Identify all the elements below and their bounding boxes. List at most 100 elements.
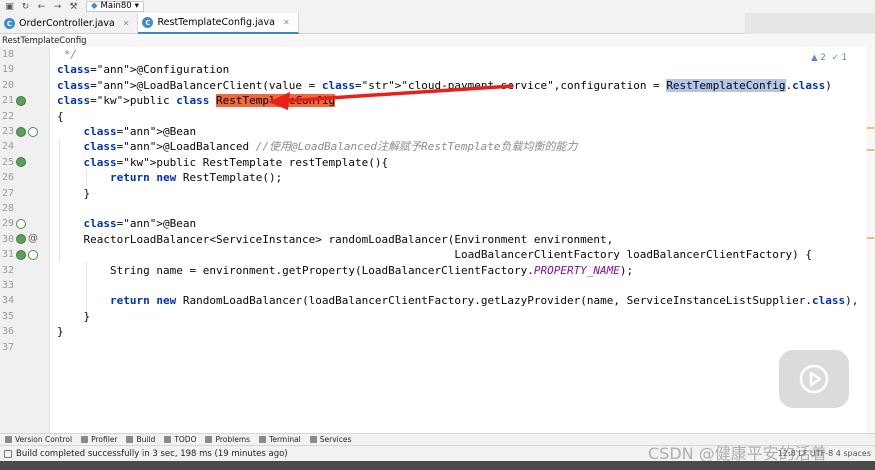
code-line[interactable]: } — [50, 324, 866, 339]
tab-rest-template-config[interactable]: C RestTemplateConfig.java ✕ — [138, 13, 299, 34]
build-icon[interactable]: ⚒ — [67, 1, 80, 12]
tool-tab-version-control[interactable]: Version Control — [5, 435, 72, 444]
save-icon[interactable]: ▣ — [3, 1, 16, 12]
gutter-row[interactable]: 20 — [0, 78, 49, 93]
code-line[interactable] — [50, 278, 866, 293]
gutter-row[interactable]: 33 — [0, 278, 49, 293]
code-line[interactable]: class="ann">@Bean — [50, 216, 866, 231]
gutter-row[interactable]: 27 — [0, 186, 49, 201]
play-icon — [799, 364, 829, 394]
line-number: 33 — [1, 280, 14, 291]
bean-icon[interactable] — [16, 157, 26, 168]
code-line[interactable]: class="kw">public class RestTemplateConf… — [50, 93, 866, 108]
bean-icon[interactable] — [16, 234, 26, 245]
status-icon[interactable] — [4, 449, 12, 458]
gutter-row[interactable]: 32 — [0, 263, 49, 278]
bean-icon[interactable] — [16, 95, 26, 106]
code-line[interactable]: } — [50, 309, 866, 324]
at-icon[interactable]: @ — [28, 234, 38, 244]
gutter-row[interactable]: 36 — [0, 324, 49, 339]
line-number: 19 — [1, 64, 14, 76]
tool-tab-build[interactable]: Build — [126, 435, 155, 444]
tab-order-controller[interactable]: C OrderController.java ✕ — [0, 13, 139, 34]
code-line[interactable]: { — [50, 109, 866, 124]
code-line[interactable]: } — [50, 186, 866, 201]
gutter-icons: @ — [16, 232, 38, 247]
scroll-marker — [867, 237, 874, 239]
sync-icon[interactable]: ↻ — [19, 1, 32, 12]
gutter-row[interactable]: 19 — [0, 62, 49, 77]
code-text: String name = environment.getProperty(Lo… — [57, 263, 634, 277]
tool-tab-problems[interactable]: Problems — [205, 435, 250, 444]
gutter-row[interactable]: 28 — [0, 201, 49, 216]
line-number: 37 — [1, 341, 14, 353]
gutter-row[interactable]: 26 — [0, 170, 49, 185]
code-text: LoadBalancerClientFactory loadBalancerCl… — [57, 248, 812, 262]
line-number: 27 — [1, 187, 14, 199]
tool-tab-todo[interactable]: TODO — [164, 435, 196, 444]
code-line[interactable]: return new RestTemplate(); — [50, 170, 866, 185]
back-icon[interactable]: ← — [35, 1, 48, 12]
gutter-row[interactable]: 34 — [0, 293, 49, 308]
gutter-row[interactable]: 29 — [0, 216, 49, 231]
code-line[interactable] — [50, 340, 866, 355]
code-line[interactable]: */ — [50, 47, 866, 62]
line-number: 32 — [1, 264, 14, 276]
inspection-widget[interactable]: ▲ 2 ✓ 1 — [811, 53, 847, 63]
code-area[interactable]: */class="ann">@Configuration class="ann">… — [50, 47, 866, 433]
line-number: 26 — [1, 172, 14, 184]
code-line[interactable]: class="kw">public RestTemplate restTempl… — [50, 155, 866, 170]
code-line[interactable]: String name = environment.getProperty(Lo… — [50, 263, 866, 278]
code-line[interactable]: class="ann">@Configuration — [50, 62, 866, 77]
gutter-row[interactable]: 37 — [0, 340, 49, 355]
code-editor[interactable]: 18 19 20 21 22 23 24 25 26 27 28 29 30 @31 32 33 34 35 36 3… — [0, 47, 875, 433]
class-icon: C — [4, 18, 15, 29]
close-icon[interactable]: ✕ — [123, 19, 130, 28]
code-line[interactable]: class="ann">@LoadBalanced //使用@LoadBalan… — [50, 139, 866, 154]
line-number: 30 — [1, 233, 14, 245]
bean-icon[interactable] — [16, 126, 26, 137]
tool-tab-profiler[interactable]: Profiler — [81, 435, 117, 444]
line-number: 34 — [1, 295, 14, 307]
code-line[interactable]: LoadBalancerClientFactory loadBalancerCl… — [50, 247, 866, 262]
line-number: 23 — [1, 126, 14, 137]
gutter-row[interactable]: 31 — [0, 247, 49, 262]
code-text: return new RandomLoadBalancer(loadBalanc… — [109, 294, 859, 308]
editor-tabs: C OrderController.java ✕ C RestTemplateC… — [0, 13, 875, 34]
chevron-down-icon: ▾ — [134, 1, 139, 11]
code-line[interactable]: ReactorLoadBalancer<ServiceInstance> ran… — [50, 232, 866, 247]
close-icon[interactable]: ✕ — [283, 18, 290, 27]
gutter-row[interactable]: 24 — [0, 139, 49, 154]
gutter-row[interactable]: 18 — [0, 47, 49, 62]
tool-tab-label: Profiler — [91, 435, 118, 444]
code-line[interactable]: class="ann">@Bean — [50, 124, 866, 139]
tool-tab-terminal[interactable]: Terminal — [259, 435, 301, 444]
code-line[interactable]: class="ann">@LoadBalancerClient(value = … — [50, 78, 866, 93]
gutter-row[interactable]: 25 — [0, 155, 49, 170]
navigate-icon[interactable] — [16, 219, 26, 230]
gutter-row[interactable]: 30 @ — [0, 232, 49, 247]
code-text: } — [57, 186, 91, 200]
breadcrumb[interactable]: RestTemplateConfig — [0, 35, 875, 47]
line-gutter[interactable]: 18 19 20 21 22 23 24 25 26 27 28 29 30 @31 32 33 34 35 36 3… — [0, 47, 50, 433]
code-line[interactable]: return new RandomLoadBalancer(loadBalanc… — [50, 293, 866, 308]
line-number: 29 — [1, 218, 14, 230]
gutter-row[interactable]: 23 — [0, 124, 49, 139]
run-config-dropdown[interactable]: ◆ Main80 ▾ — [86, 1, 144, 12]
gutter-icons — [16, 247, 38, 262]
tool-tab-services[interactable]: Services — [309, 435, 351, 444]
editor-scrollbar[interactable] — [866, 47, 875, 433]
tool-tab-label: Version Control — [15, 435, 73, 444]
code-line[interactable] — [50, 201, 866, 216]
gutter-row[interactable]: 21 — [0, 93, 49, 108]
gutter-row[interactable]: 22 — [0, 109, 49, 124]
bean-icon[interactable] — [16, 249, 26, 260]
version-control-icon — [5, 436, 12, 443]
status-message[interactable]: Build completed successfully in 3 sec, 1… — [16, 449, 288, 459]
gutter-row[interactable]: 35 — [0, 309, 49, 324]
forward-icon[interactable]: → — [51, 1, 64, 12]
navigate-icon[interactable] — [28, 249, 38, 260]
navigate-icon[interactable] — [28, 126, 38, 137]
play-button[interactable] — [779, 350, 849, 408]
services-icon — [309, 436, 317, 443]
